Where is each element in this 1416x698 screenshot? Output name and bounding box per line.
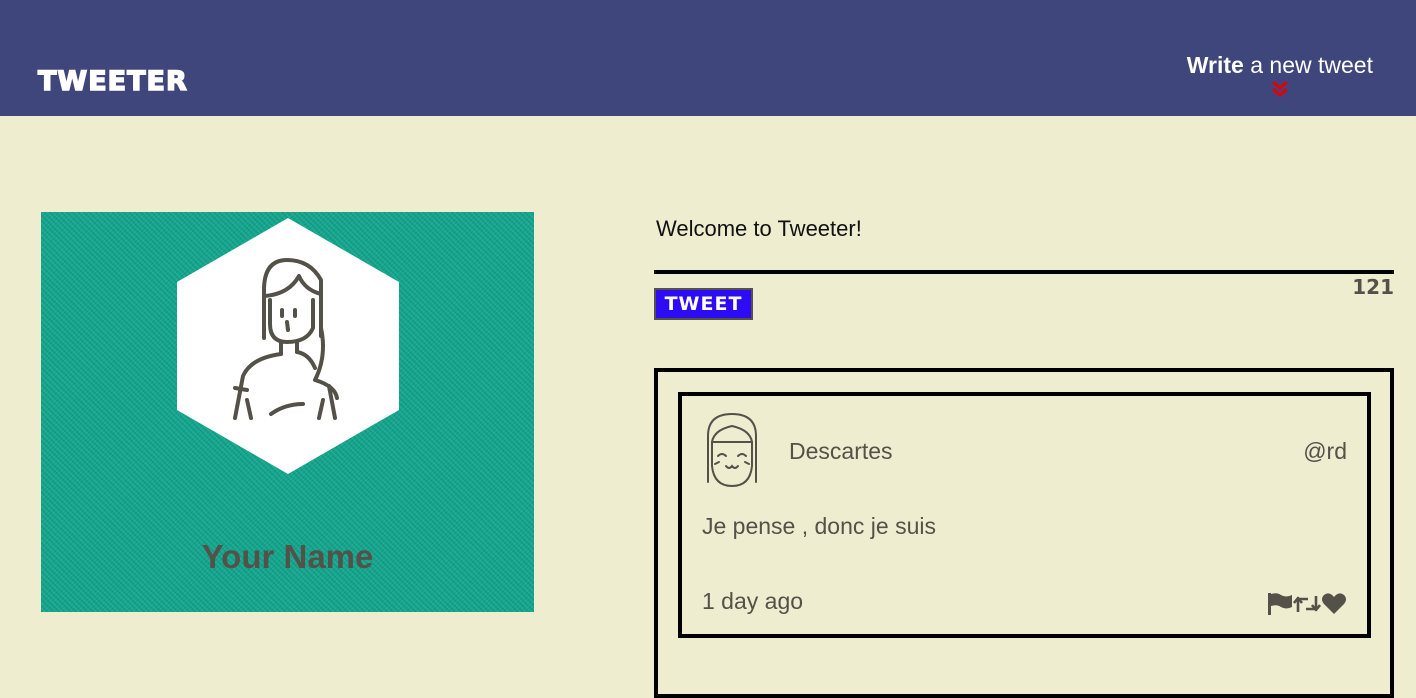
char-counter: 121 (1352, 275, 1394, 299)
tweet-actions (1267, 592, 1347, 621)
double-chevron-down-icon (1271, 80, 1288, 97)
person-avatar-icon (177, 218, 399, 474)
tweet-card: Descartes @rd Je pense , donc je suis 1 … (678, 392, 1371, 638)
tweet-button[interactable]: TWEET (654, 288, 753, 320)
flag-icon[interactable] (1267, 592, 1293, 621)
smiling-face-avatar-icon (707, 412, 757, 488)
compose-toggle-button[interactable]: Write a new tweet (1187, 52, 1373, 98)
tweet-timestamp: 1 day ago (702, 588, 804, 614)
compose-label-strong: Write (1186, 52, 1244, 78)
tweet-handle: @rd (1303, 438, 1347, 464)
profile-name: Your Name (201, 538, 374, 575)
profile-card: Your Name (41, 212, 534, 612)
heart-icon[interactable] (1321, 592, 1347, 621)
compose-label-rest: a new tweet (1243, 52, 1373, 78)
retweet-icon[interactable] (1292, 592, 1322, 621)
tweet-author: Descartes (789, 438, 893, 464)
composer-divider (654, 270, 1394, 274)
brand-logo[interactable]: Tweeter (37, 65, 188, 98)
tweet-content: Je pense , donc je suis (702, 513, 936, 539)
tweet-feed: Descartes @rd Je pense , donc je suis 1 … (654, 368, 1394, 698)
top-nav: Tweeter Write a new tweet (0, 0, 1416, 116)
tweet-input[interactable]: Welcome to Tweeter! (656, 216, 862, 242)
